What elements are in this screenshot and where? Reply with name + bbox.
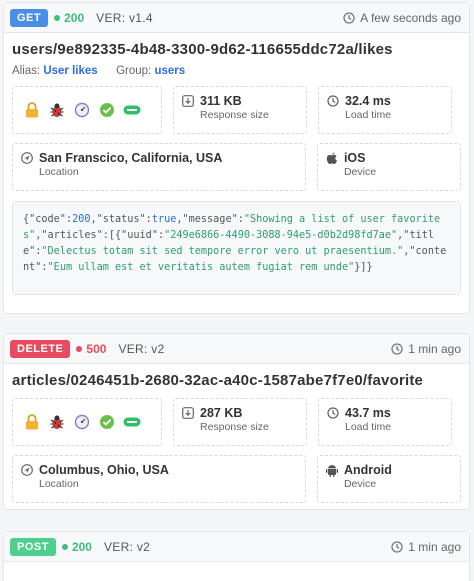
- timestamp: 1 min ago: [391, 342, 461, 356]
- minus-pill-icon[interactable]: [123, 101, 141, 119]
- response-size-label: Response size: [200, 109, 269, 121]
- load-time-box: 32.4 ms Load time: [318, 86, 452, 134]
- timestamp-text: A few seconds ago: [360, 10, 461, 25]
- location-value: San Franscico, California, USA: [39, 151, 223, 165]
- clock-icon: [391, 540, 403, 553]
- clock-icon: [343, 11, 355, 24]
- status-dot-icon: [61, 543, 68, 550]
- request-card-header: POST 200 VER: v2 1 min ago: [4, 532, 469, 562]
- response-size-value: 311 KB: [200, 94, 242, 108]
- location-label: Location: [39, 166, 79, 178]
- download-icon: [182, 407, 194, 419]
- load-time-box: 43.7 ms Load time: [318, 398, 452, 446]
- clock-icon: [391, 342, 403, 355]
- method-badge: DELETE: [10, 339, 71, 358]
- timestamp: A few seconds ago: [343, 11, 461, 25]
- response-size-box: 311 KB Response size: [173, 86, 307, 134]
- download-icon: [182, 95, 194, 107]
- device-label: Device: [343, 478, 377, 490]
- request-card[interactable]: POST 200 VER: v2 1 min ago: [3, 531, 470, 581]
- minus-pill-icon[interactable]: [123, 413, 141, 431]
- status-code-text: 500: [86, 341, 107, 356]
- check-badge-icon[interactable]: [98, 413, 116, 431]
- api-version: VER: v2: [103, 539, 151, 554]
- timestamp-text: 1 min ago: [408, 341, 461, 356]
- status-dot-icon: [54, 14, 61, 21]
- response-size-value: 287 KB: [200, 406, 243, 420]
- location-arrow-icon: [21, 152, 33, 164]
- clock-icon: [327, 407, 339, 419]
- device-value: iOS: [343, 151, 366, 165]
- request-card-header: GET 200 VER: v1.4 A few seconds ago: [4, 3, 469, 33]
- lock-icon[interactable]: [23, 413, 41, 431]
- response-body[interactable]: {"code":200,"status":true,"message":"Sho…: [12, 201, 461, 295]
- gauge-icon[interactable]: [73, 413, 91, 431]
- bug-icon[interactable]: [48, 101, 66, 119]
- location-arrow-icon: [21, 464, 33, 476]
- status-code-text: 200: [64, 10, 85, 25]
- android-icon: [325, 464, 338, 477]
- device-box: Android Device: [316, 455, 461, 503]
- response-size-label: Response size: [200, 421, 269, 433]
- status-code: 200: [61, 539, 92, 554]
- status-code: 500: [76, 342, 106, 356]
- load-time-label: Load time: [345, 421, 392, 433]
- location-value: Columbus, Ohio, USA: [39, 463, 169, 477]
- lock-icon[interactable]: [23, 101, 41, 119]
- alias-label: Alias:: [12, 65, 41, 77]
- location-label: Location: [39, 478, 79, 490]
- method-badge: GET: [10, 8, 49, 27]
- request-card-header: DELETE 500 VER: v2 1 min ago: [4, 334, 469, 364]
- location-box: Columbus, Ohio, USA Location: [12, 455, 306, 503]
- device-box: iOS Device: [316, 143, 461, 191]
- status-code: 200: [54, 11, 84, 25]
- request-card[interactable]: GET 200 VER: v1.4 A few seconds ago user…: [3, 2, 470, 314]
- status-dot-icon: [76, 345, 83, 352]
- security-icons: [12, 86, 162, 134]
- bug-icon[interactable]: [48, 413, 66, 431]
- load-time-label: Load time: [345, 109, 392, 121]
- request-url[interactable]: articles/0246451b-2680-32ac-a40c-1587abe…: [12, 372, 461, 389]
- device-label: Device: [343, 166, 377, 178]
- check-badge-icon[interactable]: [98, 101, 116, 119]
- alias-link[interactable]: User likes: [43, 65, 97, 77]
- api-version: VER: v1.4: [96, 10, 153, 25]
- clock-icon: [327, 95, 339, 107]
- location-box: San Franscico, California, USA Location: [12, 143, 306, 191]
- device-value: Android: [343, 463, 392, 477]
- gauge-icon[interactable]: [73, 101, 91, 119]
- request-card[interactable]: DELETE 500 VER: v2 1 min ago articles/02…: [3, 333, 470, 510]
- alias-line: Alias: User likes Group: users: [12, 65, 461, 77]
- response-size-box: 287 KB Response size: [173, 398, 307, 446]
- request-url[interactable]: users/9e892335-4b48-3300-9d62-116655ddc7…: [12, 41, 461, 58]
- group-label: Group:: [116, 65, 152, 77]
- timestamp-text: 1 min ago: [408, 539, 461, 554]
- load-time-value: 43.7 ms: [345, 406, 391, 420]
- load-time-value: 32.4 ms: [345, 94, 391, 108]
- group-link[interactable]: users: [154, 65, 185, 77]
- api-version: VER: v2: [118, 341, 165, 356]
- status-code-text: 200: [71, 539, 92, 554]
- apple-icon: [326, 152, 337, 164]
- timestamp: 1 min ago: [391, 540, 461, 554]
- method-badge: POST: [10, 537, 56, 556]
- security-icons: [12, 398, 162, 446]
